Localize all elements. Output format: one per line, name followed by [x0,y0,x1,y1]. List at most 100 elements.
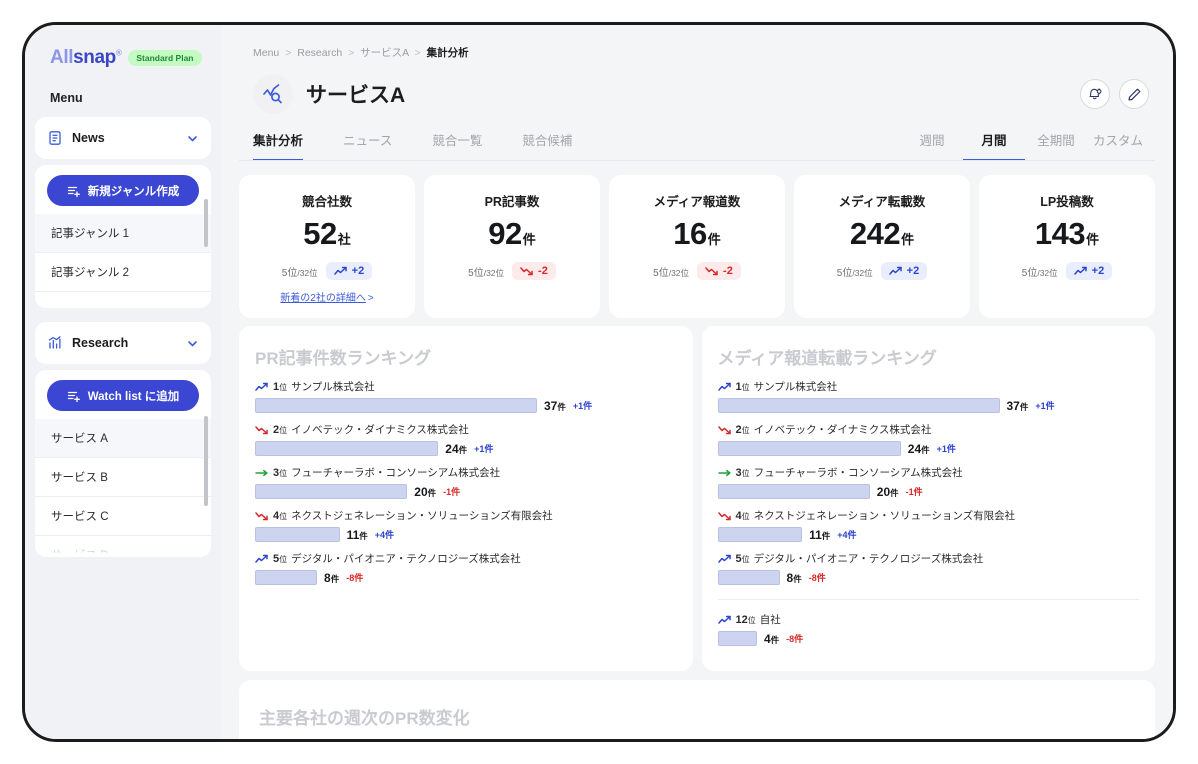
period-tab-all[interactable]: 全期間 [1025,130,1087,161]
ranking-bar [717,631,757,646]
trend-down-icon [255,425,269,435]
ranking-company-name: フューチャーラボ・コンソーシアム株式会社 [291,467,501,479]
ranking-diff: +1件 [1035,401,1055,411]
add-watchlist-button[interactable]: Watch list に追加 [47,380,199,411]
sidebar-research-header[interactable]: Research [35,322,211,364]
sidebar-news-header[interactable]: News [35,117,211,159]
breadcrumb-item-research[interactable]: Research [297,47,342,59]
ranking-row-header: 4位 ネクストジェネレーション・ソリューションズ有限会社 [255,508,677,523]
sidebar-item-genre-1[interactable]: 記事ジャンル 1 [35,214,211,253]
edit-button[interactable] [1119,79,1149,109]
kpi-card-pr-articles[interactable]: PR記事数 92件 5位/32位 -2 [424,175,600,318]
ranking-position: 4位 [735,509,750,522]
tab-news[interactable]: ニュース [343,130,392,161]
kpi-detail-link[interactable]: 新着の2社の詳細へ > [280,289,373,304]
ranking-item[interactable]: 1位 サンプル株式会社 37件 +1件 [717,379,1140,413]
sidebar: Allsnap® Standard Plan Menu News 新規ジャンル作… [25,25,221,739]
kpi-card-competitor-count[interactable]: 競合社数 52社 5位/32位 +2 新着の2社の詳細へ > [239,175,415,318]
kpi-number: 143 [1034,216,1086,251]
brand-logo-part-a: All [50,47,74,68]
ranking-item[interactable]: 3位 フューチャーラボ・コンソーシアム株式会社 20件 -1件 [717,465,1140,499]
kpi-delta-badge: +2 [880,262,928,280]
notification-settings-button[interactable] [1080,79,1110,109]
trend-up-icon [888,266,903,276]
kpi-card-lp-posts[interactable]: LP投稿数 143件 5位/32位 +2 [979,175,1155,318]
kpi-card-media-reprints[interactable]: メディア転載数 242件 5位/32位 +2 [794,175,970,318]
sidebar-section-news[interactable]: News [35,117,211,159]
chevron-down-icon[interactable] [186,337,199,350]
sidebar-item-service-d[interactable]: サービス D [35,536,211,557]
kpi-meta: 5位/32位 -2 [653,262,741,280]
ranking-bar-line: 24件 +1件 [717,441,1140,456]
ranking-bar-line: 24件 +1件 [255,441,677,456]
ranking-value-unit: 件 [1019,401,1029,412]
ranking-bar [717,570,780,585]
kpi-number: 16 [673,216,707,251]
trend-down-icon [520,266,534,276]
breadcrumb-separator: > [285,47,292,59]
trend-down-icon [717,511,732,521]
tab-competitor-candidates[interactable]: 競合候補 [522,130,572,161]
ranking-title: PR記事件数ランキング [255,349,432,368]
sidebar-item-service-a[interactable]: サービス A [35,419,211,458]
ranking-value-unit: 件 [793,573,802,584]
ranking-row-header: 12位 自社 [717,612,1140,627]
breadcrumb-item-service[interactable]: サービスA [360,47,408,59]
document-icon [47,130,63,146]
ranking-diff: -1件 [905,487,923,497]
kpi-unit: 件 [901,232,915,247]
chart-bars-icon [47,335,63,351]
sidebar-item-service-c[interactable]: サービス C [35,497,211,536]
tabs-underline [239,160,1155,161]
research-list-scrollbar[interactable] [204,416,208,506]
period-tab-monthly[interactable]: 月間 [963,130,1025,161]
brand: Allsnap® Standard Plan [35,25,211,69]
kpi-value: 143件 [1035,216,1099,252]
content-tabs: 集計分析 ニュース 競合一覧 競合候補 [253,130,612,161]
period-tab-custom[interactable]: カスタム [1087,130,1149,161]
ranking-item[interactable]: 3位 フューチャーラボ・コンソーシアム株式会社 20件 -1件 [255,465,677,499]
ranking-row-header: 4位 ネクストジェネレーション・ソリューションズ有限会社 [717,508,1140,523]
chevron-down-icon[interactable] [186,132,199,145]
breadcrumb: Menu > Research > サービスA > 集計分析 [239,25,1155,60]
kpi-card-media-coverage[interactable]: メディア報道数 16件 5位/32位 -2 [609,175,785,318]
tab-competitor-list[interactable]: 競合一覧 [432,130,482,161]
ranking-bar-line: 37件 +1件 [255,398,677,413]
kpi-meta: 5位/32位 -2 [468,262,556,280]
breadcrumb-item-menu[interactable]: Menu [253,47,279,59]
avatar [253,74,293,114]
ranking-panel-pr-articles: PR記事件数ランキング 1位 サンプル株式会社 37件 +1件 2位 イノベテック・ダイナ… [239,326,693,671]
ranking-item[interactable]: 4位 ネクストジェネレーション・ソリューションズ有限会社 11件 +4件 [255,508,677,542]
ranking-row-header: 1位 サンプル株式会社 [717,379,1140,394]
ranking-diff: -8件 [786,634,804,644]
ranking-value-unit: 件 [330,573,340,584]
ranking-item[interactable]: 1位 サンプル株式会社 37件 +1件 [255,379,677,413]
ranking-item[interactable]: 5位 デジタル・パイオニア・テクノロジーズ株式会社 8件 -8件 [255,551,677,585]
ranking-item[interactable]: 4位 ネクストジェネレーション・ソリューションズ有限会社 11件 +4件 [717,508,1140,542]
ranking-row-header: 5位 デジタル・パイオニア・テクノロジーズ株式会社 [255,551,677,566]
breadcrumb-separator: > [414,47,421,59]
ranking-diff: -1件 [443,487,461,497]
ranking-item-self[interactable]: 12位 自社 4件 -8件 [717,612,1140,646]
period-tab-weekly[interactable]: 週間 [901,130,963,161]
ranking-item[interactable]: 2位 イノベテック・ダイナミクス株式会社 24件 +1件 [255,422,677,456]
ranking-item[interactable]: 5位 デジタル・パイオニア・テクノロジーズ株式会社 8件 -8件 [717,551,1140,585]
ranking-item[interactable]: 2位 イノベテック・ダイナミクス株式会社 24件 +1件 [717,422,1140,456]
ranking-row-header: 2位 イノベテック・ダイナミクス株式会社 [717,422,1140,437]
news-list-scrollbar[interactable] [204,199,208,247]
kpi-delta-badge: +2 [325,262,373,280]
brand-registered-mark: ® [115,48,122,58]
trend-flat-icon [255,468,269,478]
sidebar-item-service-b[interactable]: サービス B [35,458,211,497]
ranking-company-name: デジタル・パイオニア・テクノロジーズ株式会社 [753,553,984,565]
sidebar-section-research[interactable]: Research [35,322,211,364]
tabs-row: 集計分析 ニュース 競合一覧 競合候補 週間 月間 全期間 カスタム [239,114,1155,161]
kpi-value: 92件 [488,216,536,252]
sidebar-item-genre-2[interactable]: 記事ジャンル 2 [35,253,211,292]
tab-aggregate-analysis[interactable]: 集計分析 [253,130,304,161]
ranking-bar [255,398,537,413]
sidebar-item-genre-3[interactable]: 記事ジャンル 3 [35,292,211,308]
create-genre-button[interactable]: 新規ジャンル作成 [47,175,199,206]
ranking-bar-line: 11件 +4件 [255,527,677,542]
ranking-divider [717,599,1139,600]
